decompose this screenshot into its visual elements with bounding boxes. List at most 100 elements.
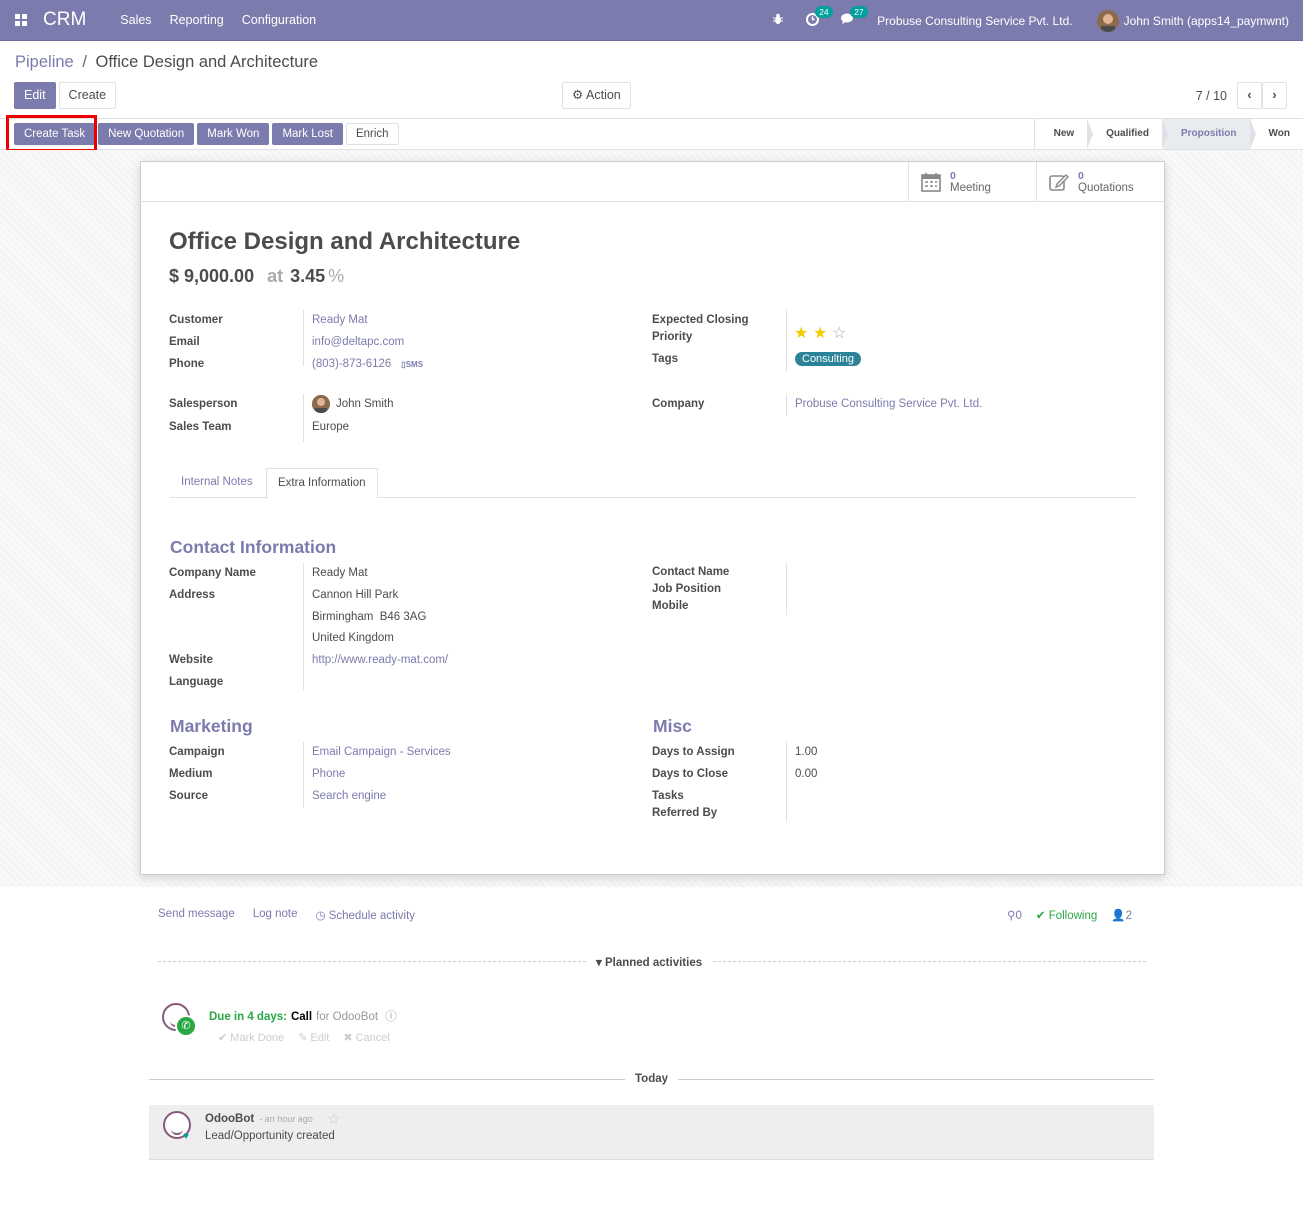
stage-qualified[interactable]: Qualified bbox=[1087, 119, 1168, 149]
schedule-activity-label: Schedule activity bbox=[328, 910, 416, 922]
mobile-label: Mobile bbox=[652, 600, 689, 612]
schedule-activity-button[interactable]: ◷ Schedule activity bbox=[315, 908, 415, 922]
probability-value: 3.45 bbox=[290, 266, 326, 286]
tab-internal-notes[interactable]: Internal Notes bbox=[170, 468, 264, 498]
phone-link[interactable]: (803)-873-6126 bbox=[312, 358, 391, 370]
referred-by-label: Referred By bbox=[652, 807, 718, 819]
gear-icon: ⚙ bbox=[572, 88, 584, 102]
customer-link[interactable]: Ready Mat bbox=[312, 314, 368, 326]
revenue-amount: $ 9,000.00 bbox=[169, 266, 255, 286]
mark-lost-button[interactable]: Mark Lost bbox=[272, 123, 343, 145]
breadcrumb-pipeline-link[interactable]: Pipeline bbox=[15, 53, 74, 71]
stage-proposition[interactable]: Proposition bbox=[1161, 119, 1256, 149]
messages-chat-icon[interactable]: 27 bbox=[841, 6, 868, 28]
today-label: Today bbox=[625, 1073, 679, 1085]
new-quotation-button[interactable]: New Quotation bbox=[98, 123, 195, 145]
pager-next-button[interactable]: › bbox=[1262, 82, 1287, 109]
email-link[interactable]: info@deltapc.com bbox=[312, 336, 404, 348]
days-to-assign-value: 1.00 bbox=[795, 746, 818, 758]
language-label: Language bbox=[169, 676, 224, 688]
cancel-activity-button[interactable]: ✖ Cancel bbox=[343, 1031, 390, 1044]
quotations-label: Quotations bbox=[1078, 181, 1134, 194]
expected-closing-label: Expected Closing bbox=[652, 314, 749, 326]
pager-previous-button[interactable]: ‹ bbox=[1237, 82, 1262, 109]
field-divider bbox=[786, 742, 787, 822]
edit-button[interactable]: Edit bbox=[14, 82, 56, 109]
title-separator bbox=[141, 201, 1164, 202]
user-avatar[interactable] bbox=[1096, 9, 1119, 32]
log-note-button[interactable]: Log note bbox=[253, 908, 298, 922]
source-link[interactable]: Search engine bbox=[312, 790, 386, 802]
pager-value[interactable]: 7 / 10 bbox=[1196, 89, 1227, 103]
at-label: at bbox=[267, 266, 284, 286]
following-label: Following bbox=[1048, 910, 1098, 922]
priority-star-icon[interactable]: ★ bbox=[794, 326, 808, 342]
campaign-link[interactable]: Email Campaign - Services bbox=[312, 746, 451, 758]
app-brand[interactable]: CRM bbox=[43, 9, 86, 31]
website-link[interactable]: http://www.ready-mat.com/ bbox=[312, 654, 448, 666]
stage-new[interactable]: New bbox=[1034, 119, 1093, 149]
action-button[interactable]: ⚙ Action bbox=[562, 82, 631, 109]
medium-link[interactable]: Phone bbox=[312, 768, 345, 780]
quotations-smart-button[interactable]: 0 Quotations bbox=[1036, 162, 1164, 201]
message-author-name[interactable]: OdooBot bbox=[205, 1113, 254, 1125]
activity-clock-icon[interactable]: 24 bbox=[806, 5, 833, 29]
source-label: Source bbox=[169, 790, 208, 802]
tab-extra-information[interactable]: Extra Information bbox=[266, 468, 378, 499]
following-button[interactable]: ✔ Following bbox=[1036, 908, 1097, 922]
address-line-2: Birmingham B46 3AG bbox=[312, 611, 427, 623]
breadcrumb-separator: / bbox=[82, 53, 87, 71]
attachments-button[interactable]: ⚲0 bbox=[1007, 908, 1022, 922]
percent-sign: % bbox=[328, 266, 345, 286]
send-message-button[interactable]: Send message bbox=[158, 908, 235, 922]
planned-activities-toggle[interactable]: ▾ Planned activities bbox=[586, 955, 713, 969]
field-divider bbox=[303, 394, 304, 442]
meeting-count: 0 bbox=[950, 169, 956, 182]
edit-activity-button[interactable]: ✎ Edit bbox=[298, 1031, 329, 1044]
phone-field: (803)-873-6126 ▯SMS bbox=[312, 358, 423, 370]
form-sheet: 0 Meeting 0 Quotations Office Design and… bbox=[140, 161, 1165, 875]
chevron-right-icon: › bbox=[1272, 88, 1277, 102]
tag-badge[interactable]: Consulting bbox=[795, 352, 861, 366]
caret-down-icon: ▾ bbox=[596, 957, 605, 969]
menu-sales[interactable]: Sales bbox=[120, 13, 151, 27]
menu-reporting[interactable]: Reporting bbox=[170, 13, 224, 27]
address-line-3: United Kingdom bbox=[312, 632, 394, 644]
company-link[interactable]: Probuse Consulting Service Pvt. Ltd. bbox=[795, 398, 982, 410]
priority-star-empty-icon[interactable]: ☆ bbox=[832, 326, 846, 342]
apps-menu-icon[interactable] bbox=[0, 0, 42, 41]
star-icon[interactable]: ☆ bbox=[327, 1110, 340, 1128]
days-to-assign-label: Days to Assign bbox=[652, 746, 735, 758]
followers-button[interactable]: 👤2 bbox=[1111, 908, 1132, 922]
notebook-tabs: Internal Notes Extra Information bbox=[170, 468, 1136, 499]
debug-bug-icon[interactable] bbox=[772, 13, 784, 28]
mark-done-button[interactable]: ✔ Mark Done bbox=[218, 1031, 284, 1044]
salesperson-name[interactable]: John Smith bbox=[336, 398, 394, 410]
misc-section-title: Misc bbox=[653, 716, 692, 736]
priority-label: Priority bbox=[652, 331, 693, 343]
address-label: Address bbox=[169, 589, 216, 601]
priority-star-icon[interactable]: ★ bbox=[813, 326, 827, 342]
create-task-button[interactable]: Create Task bbox=[14, 123, 96, 145]
company-name-value: Ready Mat bbox=[312, 567, 368, 579]
company-switcher[interactable]: Probuse Consulting Service Pvt. Ltd. bbox=[877, 14, 1072, 28]
contact-name-label: Contact Name bbox=[652, 566, 730, 578]
menu-configuration[interactable]: Configuration bbox=[242, 13, 316, 27]
sms-button[interactable]: ▯SMS bbox=[401, 360, 423, 369]
sales-team-value[interactable]: Europe bbox=[312, 421, 349, 433]
mark-won-button[interactable]: Mark Won bbox=[197, 123, 270, 145]
enrich-button[interactable]: Enrich bbox=[345, 123, 399, 145]
stage-won[interactable]: Won bbox=[1249, 119, 1303, 149]
create-button[interactable]: Create bbox=[58, 82, 117, 109]
user-menu[interactable]: John Smith (apps14_paymwnt) bbox=[1124, 14, 1289, 28]
stage-pipeline: New Qualified Proposition Won bbox=[1033, 119, 1303, 149]
message-author: OdooBot - an hour ago bbox=[205, 1113, 313, 1125]
messages-badge: 27 bbox=[850, 6, 868, 18]
field-divider bbox=[786, 563, 787, 615]
meeting-smart-button[interactable]: 0 Meeting bbox=[908, 162, 1036, 201]
smart-button-box: 0 Meeting 0 Quotations bbox=[908, 162, 1164, 201]
field-divider bbox=[303, 742, 304, 808]
marketing-section-title: Marketing bbox=[170, 716, 253, 736]
calendar-icon bbox=[921, 172, 941, 192]
info-icon[interactable]: ⓘ bbox=[382, 1011, 397, 1023]
